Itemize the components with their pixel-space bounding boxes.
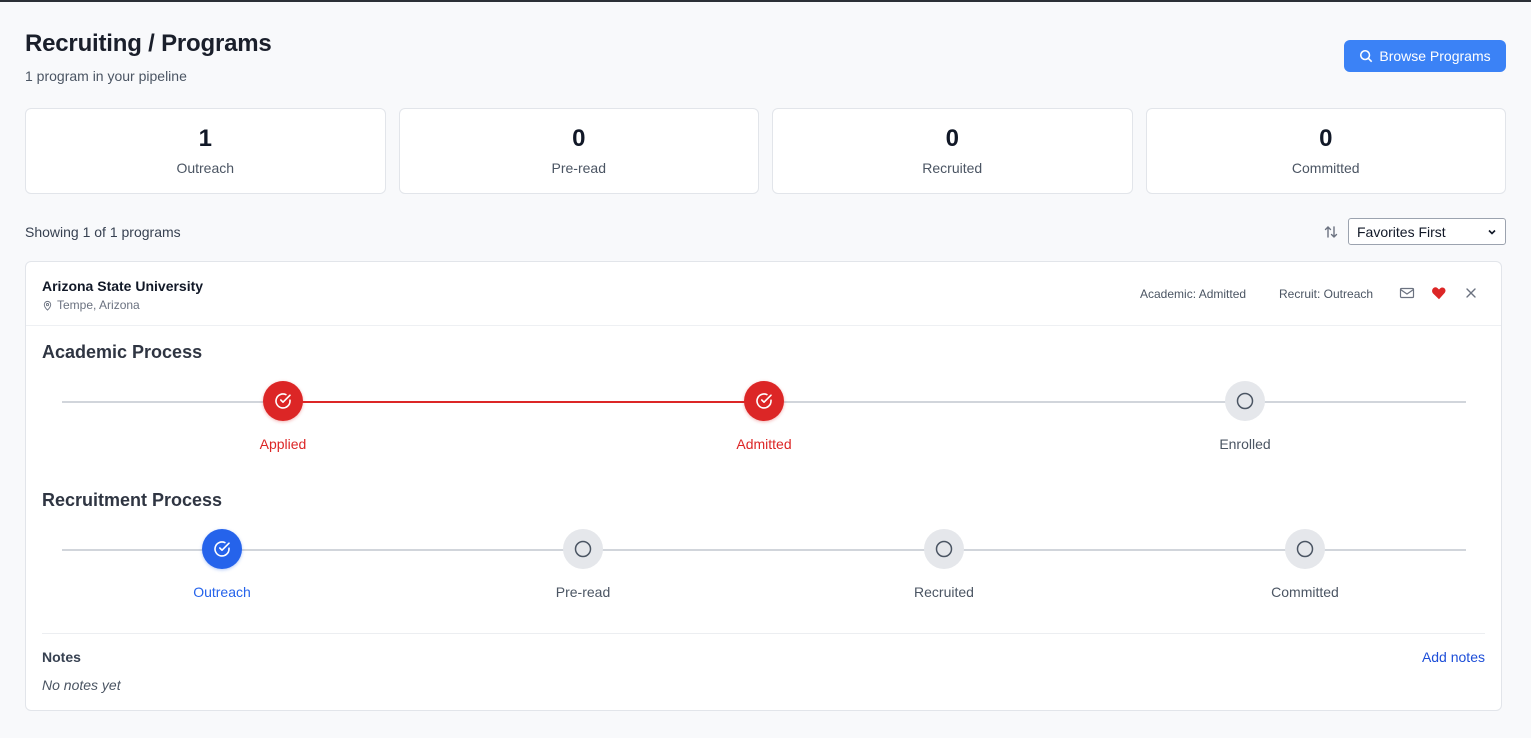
academic-process-title: Academic Process bbox=[42, 342, 203, 362]
heart-icon[interactable] bbox=[1431, 285, 1447, 301]
step-pre-read bbox=[563, 529, 603, 569]
step-label-committed: Committed bbox=[1271, 584, 1339, 600]
stat-value: 0 bbox=[1319, 124, 1333, 152]
program-location-text: Tempe, Arizona bbox=[57, 298, 140, 312]
academic-status: Academic: Admitted bbox=[1140, 287, 1247, 301]
step-recruited bbox=[924, 529, 964, 569]
check-circle-icon bbox=[275, 393, 291, 409]
circle-icon bbox=[935, 540, 953, 558]
stat-label: Recruited bbox=[922, 159, 983, 176]
check-circle-icon bbox=[214, 541, 230, 557]
stats-row: 1 Outreach 0 Pre-read 0 Recruited 0 Comm… bbox=[25, 108, 1506, 194]
program-location: Tempe, Arizona bbox=[42, 298, 140, 312]
mail-icon[interactable] bbox=[1399, 285, 1415, 301]
program-card-header: Arizona State University Tempe, Arizona … bbox=[26, 262, 1501, 326]
circle-icon bbox=[574, 540, 592, 558]
results-count: Showing 1 of 1 programs bbox=[25, 224, 181, 240]
chevron-down-icon bbox=[1488, 229, 1496, 235]
stat-card-committed: 0 Committed bbox=[1145, 108, 1506, 194]
stat-value: 0 bbox=[945, 124, 959, 152]
recruitment-process-title: Recruitment Process bbox=[42, 490, 223, 510]
stat-card-outreach: 1 Outreach bbox=[25, 108, 386, 194]
add-notes-link[interactable]: Add notes bbox=[1422, 649, 1485, 665]
stat-card-recruited: 0 Recruited bbox=[772, 108, 1133, 194]
sort-select[interactable]: Favorites First bbox=[1348, 218, 1506, 245]
step-outreach bbox=[202, 529, 242, 569]
notes-title: Notes bbox=[42, 649, 81, 665]
circle-icon bbox=[1236, 392, 1254, 410]
browse-programs-button[interactable]: Browse Programs bbox=[1344, 40, 1506, 72]
stat-label: Pre-read bbox=[551, 159, 606, 176]
divider bbox=[42, 633, 1485, 634]
recruitment-track bbox=[62, 549, 1466, 551]
stat-label: Outreach bbox=[176, 159, 235, 176]
map-pin-icon bbox=[43, 300, 52, 311]
step-label-outreach: Outreach bbox=[193, 584, 251, 600]
search-icon bbox=[1360, 49, 1373, 63]
program-card: Arizona State University Tempe, Arizona … bbox=[25, 261, 1502, 711]
recruit-status: Recruit: Outreach bbox=[1279, 287, 1374, 301]
step-label-admitted: Admitted bbox=[736, 436, 792, 452]
step-label-pre-read: Pre-read bbox=[555, 584, 611, 600]
step-label-recruited: Recruited bbox=[914, 584, 974, 600]
sort-select-value: Favorites First bbox=[1357, 223, 1446, 240]
step-label-applied: Applied bbox=[259, 436, 307, 452]
program-name: Arizona State University bbox=[42, 278, 204, 294]
stat-value: 0 bbox=[572, 124, 586, 152]
circle-icon bbox=[1296, 540, 1314, 558]
page-title: Recruiting / Programs bbox=[25, 30, 272, 57]
page-subtitle: 1 program in your pipeline bbox=[25, 68, 187, 84]
step-admitted bbox=[744, 381, 784, 421]
step-applied bbox=[263, 381, 303, 421]
browse-programs-label: Browse Programs bbox=[1379, 48, 1491, 64]
step-label-enrolled: Enrolled bbox=[1219, 436, 1271, 452]
stat-card-pre-read: 0 Pre-read bbox=[398, 108, 759, 194]
academic-track-progress bbox=[283, 401, 764, 403]
step-enrolled bbox=[1225, 381, 1265, 421]
page-header: Recruiting / Programs 1 program in your … bbox=[25, 30, 272, 84]
step-committed bbox=[1285, 529, 1325, 569]
stat-value: 1 bbox=[198, 124, 212, 152]
notes-empty-text: No notes yet bbox=[42, 677, 121, 693]
close-icon[interactable] bbox=[1463, 285, 1479, 301]
sort-icon bbox=[1324, 226, 1338, 238]
check-circle-icon bbox=[756, 393, 772, 409]
stat-label: Committed bbox=[1291, 159, 1360, 176]
